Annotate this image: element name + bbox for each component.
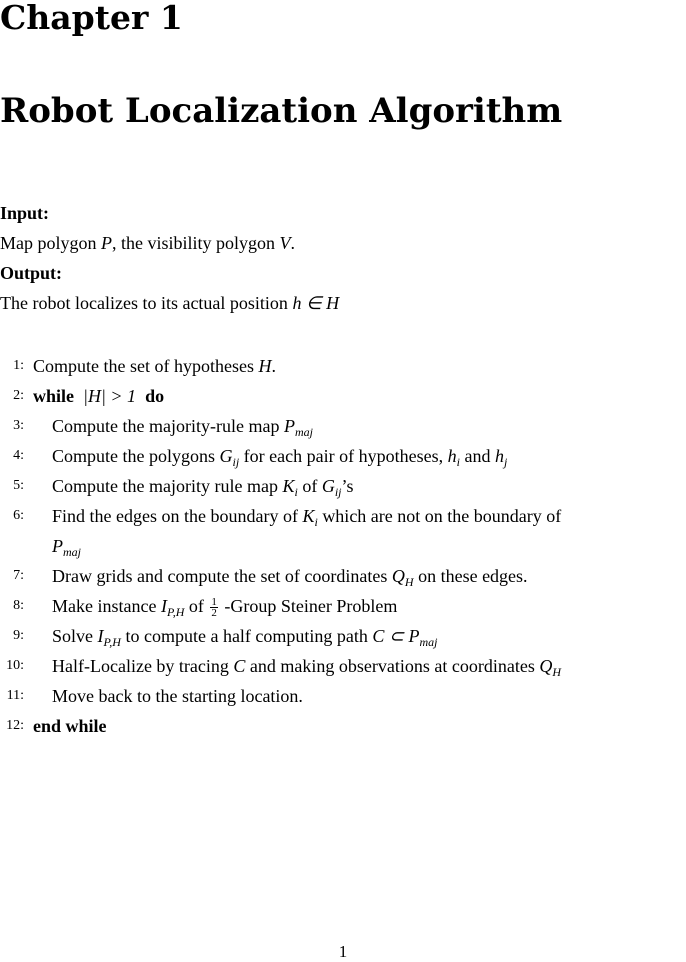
line-number: 1: (13, 358, 24, 373)
statement: Find the edges on the boundary of Ki whi… (52, 506, 562, 529)
line-number: 8: (13, 598, 24, 613)
statement: Draw grids and compute the set of coordi… (52, 566, 528, 589)
line-number: 11: (6, 688, 24, 703)
input-heading: Input: (0, 203, 50, 223)
statement: while |H| > 1 do (33, 386, 165, 406)
line-number: 2: (13, 388, 24, 403)
line-number: 12: (6, 718, 24, 733)
statement-continuation: Pmaj (52, 536, 81, 559)
statement: Compute the majority-rule map Pmaj (52, 416, 313, 439)
chapter-label: Chapter 1 (0, 0, 183, 37)
line-number: 9: (13, 628, 24, 643)
statement: Half-Localize by tracing C and making ob… (52, 656, 562, 679)
statement: Move back to the starting location. (52, 686, 303, 706)
output-description: The robot localizes to its actual positi… (0, 293, 340, 313)
statement: Compute the polygons Gij for each pair o… (52, 446, 508, 469)
input-description: Map polygon P, the visibility polygon V. (0, 233, 296, 253)
statement: Compute the majority rule map Ki of Gij’… (52, 476, 354, 499)
keyword-do: do (145, 386, 165, 406)
line-number: 4: (13, 448, 24, 463)
chapter-title: Robot Localization Algorithm (0, 91, 563, 131)
line-number: 3: (13, 418, 24, 433)
output-heading: Output: (0, 263, 63, 283)
statement: Compute the set of hypotheses H. (33, 356, 276, 376)
page-number: 1 (338, 942, 348, 961)
line-number: 7: (13, 568, 24, 583)
keyword-end-while: end while (33, 716, 107, 736)
statement: Solve IP,H to compute a half computing p… (52, 626, 438, 649)
line-number: 10: (6, 658, 24, 673)
fraction-one-half: 12 (210, 596, 218, 620)
keyword-while: while (33, 386, 75, 406)
statement: Make instance IP,H of 12 -Group Steiner … (52, 596, 398, 620)
line-number: 6: (13, 508, 24, 523)
line-number: 5: (13, 478, 24, 493)
